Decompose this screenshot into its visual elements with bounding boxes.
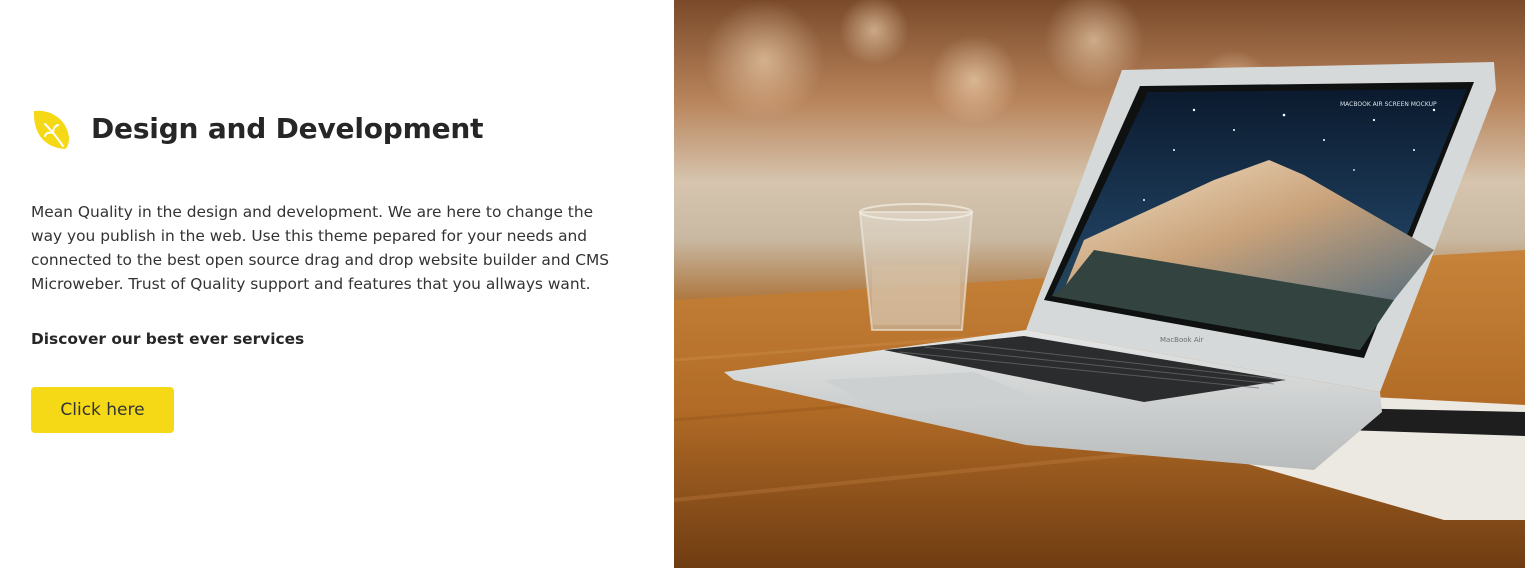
- click-here-button[interactable]: Click here: [31, 387, 174, 433]
- leaf-icon: [31, 108, 71, 150]
- laptop-photo: MACBOOK AIR SCREEN MOCKUP MacBook Air: [674, 0, 1525, 568]
- laptop-label: MacBook Air: [1160, 336, 1204, 344]
- feature-section: Design and Development Mean Quality in t…: [0, 0, 1525, 568]
- screen-caption: MACBOOK AIR SCREEN MOCKUP: [1340, 101, 1437, 108]
- title-row: Design and Development: [31, 108, 483, 150]
- section-title: Design and Development: [91, 112, 484, 145]
- text-panel: Design and Development Mean Quality in t…: [0, 0, 674, 568]
- section-description: Mean Quality in the design and developme…: [31, 203, 610, 293]
- services-subheading: Discover our best ever services: [31, 330, 305, 348]
